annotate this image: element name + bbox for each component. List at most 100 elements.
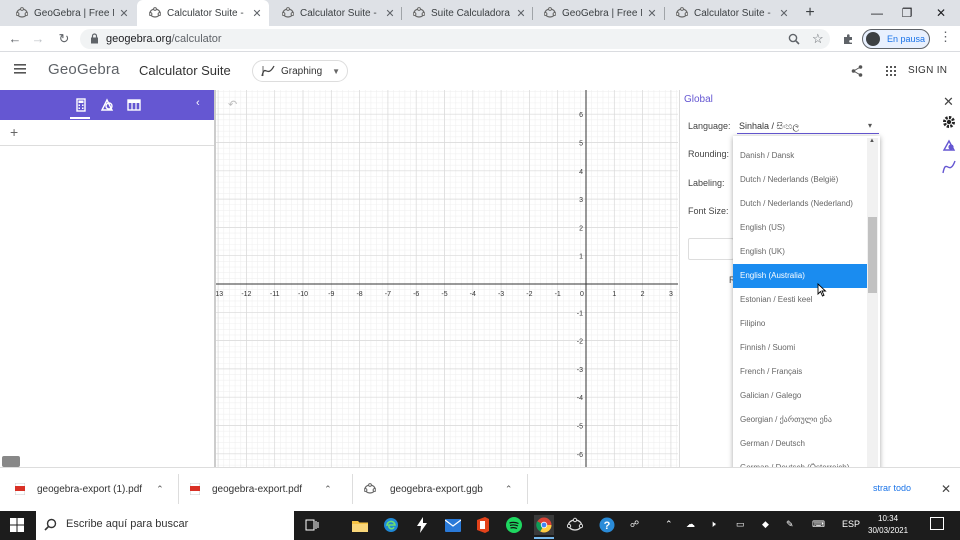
- maximize-window-icon[interactable]: ❐: [892, 0, 922, 26]
- windows-start-icon[interactable]: [10, 518, 24, 532]
- close-tab-icon[interactable]: ✕: [251, 7, 263, 20]
- close-window-icon[interactable]: ✕: [926, 0, 956, 26]
- gear-icon[interactable]: [942, 115, 956, 129]
- dropbox-icon[interactable]: ◆: [762, 519, 769, 530]
- volume-icon[interactable]: 🕨: [710, 519, 716, 530]
- bookmark-star-icon[interactable]: ☆: [812, 31, 824, 47]
- power-automate-icon[interactable]: [412, 515, 432, 535]
- reload-icon[interactable]: ↻: [53, 26, 75, 52]
- language-dropdown-list[interactable]: Danish / Dansk Dutch / Nederlands (België…: [733, 136, 880, 509]
- browser-tab-active[interactable]: Calculator Suite - Ge ✕: [137, 0, 269, 26]
- add-item-button[interactable]: +: [10, 124, 18, 140]
- forward-arrow-icon[interactable]: →: [27, 26, 49, 52]
- language-select-underline: [737, 133, 879, 134]
- file-explorer-icon[interactable]: [350, 515, 370, 535]
- suite-title: Calculator Suite: [139, 63, 231, 78]
- help-icon[interactable]: ?: [597, 515, 617, 535]
- input-language[interactable]: ESP: [842, 519, 860, 529]
- table-icon[interactable]: [125, 96, 143, 114]
- new-tab-button[interactable]: +: [800, 0, 820, 26]
- apps-grid-icon[interactable]: [886, 66, 896, 76]
- task-view-icon[interactable]: [302, 515, 322, 535]
- language-option[interactable]: Dutch / Nederlands (Nederland): [733, 192, 867, 216]
- close-downloads-icon[interactable]: ✕: [941, 482, 951, 496]
- language-option[interactable]: English (UK): [733, 240, 867, 264]
- sign-in-button[interactable]: SIGN IN: [908, 65, 947, 76]
- pdf-file-icon: [14, 482, 26, 496]
- algebra-input-row[interactable]: [0, 120, 214, 146]
- language-option[interactable]: English (US): [733, 216, 867, 240]
- people-icon[interactable]: ☍: [630, 519, 639, 530]
- language-option[interactable]: Filipino: [733, 312, 867, 336]
- settings-button[interactable]: [688, 238, 734, 260]
- language-option[interactable]: Dutch / Nederlands (België): [733, 168, 867, 192]
- browser-tab[interactable]: Suite Calculadora - G ✕: [401, 0, 533, 26]
- geogebra-logo[interactable]: GeoGebra: [48, 61, 120, 78]
- hamburger-menu-icon[interactable]: [14, 64, 26, 74]
- zoom-search-icon[interactable]: [788, 33, 800, 45]
- tab-global[interactable]: Global: [684, 94, 713, 105]
- close-tab-icon[interactable]: ✕: [515, 7, 527, 20]
- language-option[interactable]: Finnish / Suomi: [733, 336, 867, 360]
- mail-icon[interactable]: [443, 515, 463, 535]
- browser-tab[interactable]: Calculator Suite - Ge ✕: [270, 0, 402, 26]
- scroll-up-icon[interactable]: ▲: [869, 138, 875, 144]
- share-icon[interactable]: [851, 65, 863, 77]
- onedrive-icon[interactable]: ☁: [686, 519, 695, 530]
- close-tab-icon[interactable]: ✕: [778, 7, 790, 20]
- close-settings-icon[interactable]: ✕: [943, 94, 954, 110]
- minimize-window-icon[interactable]: —: [862, 0, 892, 26]
- language-option-selected[interactable]: English (Australia): [733, 264, 867, 288]
- language-option[interactable]: Georgian / ქართული ენა: [733, 408, 867, 432]
- download-item[interactable]: geogebra-export.ggb ⌃: [363, 467, 513, 511]
- edge-browser-icon[interactable]: [381, 515, 401, 535]
- dropdown-scrollbar-thumb[interactable]: [868, 217, 877, 293]
- graphics-settings-icon[interactable]: [942, 138, 956, 152]
- chrome-icon[interactable]: [534, 515, 554, 535]
- notifications-icon[interactable]: [930, 517, 944, 530]
- browser-tab[interactable]: GeoGebra | Free Mat ✕: [4, 0, 136, 26]
- chevron-up-icon[interactable]: ⌃: [324, 484, 332, 495]
- extensions-puzzle-icon[interactable]: [842, 33, 854, 45]
- keyboard-icon[interactable]: [2, 456, 20, 467]
- active-app-indicator: [534, 537, 554, 539]
- browser-tab[interactable]: Calculator Suite - Ge ✕: [664, 0, 796, 26]
- network-icon[interactable]: ▭: [736, 519, 745, 530]
- language-option[interactable]: German / Deutsch: [733, 432, 867, 456]
- tools-icon[interactable]: [98, 96, 116, 114]
- calculator-icon[interactable]: [72, 96, 90, 114]
- browser-tab[interactable]: GeoGebra | Free Mat ✕: [532, 0, 664, 26]
- download-item[interactable]: geogebra-export (1).pdf ⌃: [14, 467, 164, 511]
- wifi-icon[interactable]: ✎: [786, 519, 794, 530]
- close-tab-icon[interactable]: ✕: [646, 7, 658, 20]
- download-item[interactable]: geogebra-export.pdf ⌃: [189, 467, 332, 511]
- keyboard-tray-icon[interactable]: ⌨: [812, 519, 825, 530]
- undo-icon[interactable]: ↶: [228, 98, 237, 111]
- language-select-value[interactable]: Sinhala / සිංහල: [739, 121, 799, 132]
- close-tab-icon[interactable]: ✕: [118, 7, 130, 20]
- close-tab-icon[interactable]: ✕: [384, 7, 396, 20]
- office-icon[interactable]: [473, 515, 493, 535]
- graphing-curve-icon[interactable]: [942, 160, 956, 174]
- chevron-up-icon[interactable]: ⌃: [505, 484, 513, 495]
- show-all-downloads-link[interactable]: strar todo: [873, 483, 911, 493]
- geogebra-app-icon[interactable]: [565, 515, 585, 535]
- language-option[interactable]: French / Français: [733, 360, 867, 384]
- language-label: Language:: [688, 121, 731, 131]
- language-option[interactable]: Danish / Dansk: [733, 144, 867, 168]
- collapse-panel-chevron-icon[interactable]: ‹: [196, 97, 200, 109]
- show-hidden-icons-chevron-icon[interactable]: ⌃: [665, 519, 673, 530]
- taskbar-clock[interactable]: 10:34 30/03/2021: [868, 513, 908, 537]
- browser-menu-icon[interactable]: ⋮: [939, 30, 952, 44]
- chevron-down-icon[interactable]: ▾: [868, 121, 872, 130]
- app-selector-dropdown[interactable]: Graphing ▼: [252, 60, 348, 82]
- profile-paused-chip[interactable]: En pausa: [862, 29, 930, 49]
- dropdown-scrollbar[interactable]: [867, 138, 878, 509]
- language-option[interactable]: Estonian / Eesti keel: [733, 288, 867, 312]
- x-tick-label: -1: [555, 291, 561, 298]
- graphics-view[interactable]: -13-12-11-10-9-8-7-6-5-4-3-2-10123654321…: [216, 90, 678, 467]
- chevron-up-icon[interactable]: ⌃: [156, 484, 164, 495]
- spotify-icon[interactable]: [504, 515, 524, 535]
- back-arrow-icon[interactable]: ←: [4, 26, 26, 52]
- language-option[interactable]: Galician / Galego: [733, 384, 867, 408]
